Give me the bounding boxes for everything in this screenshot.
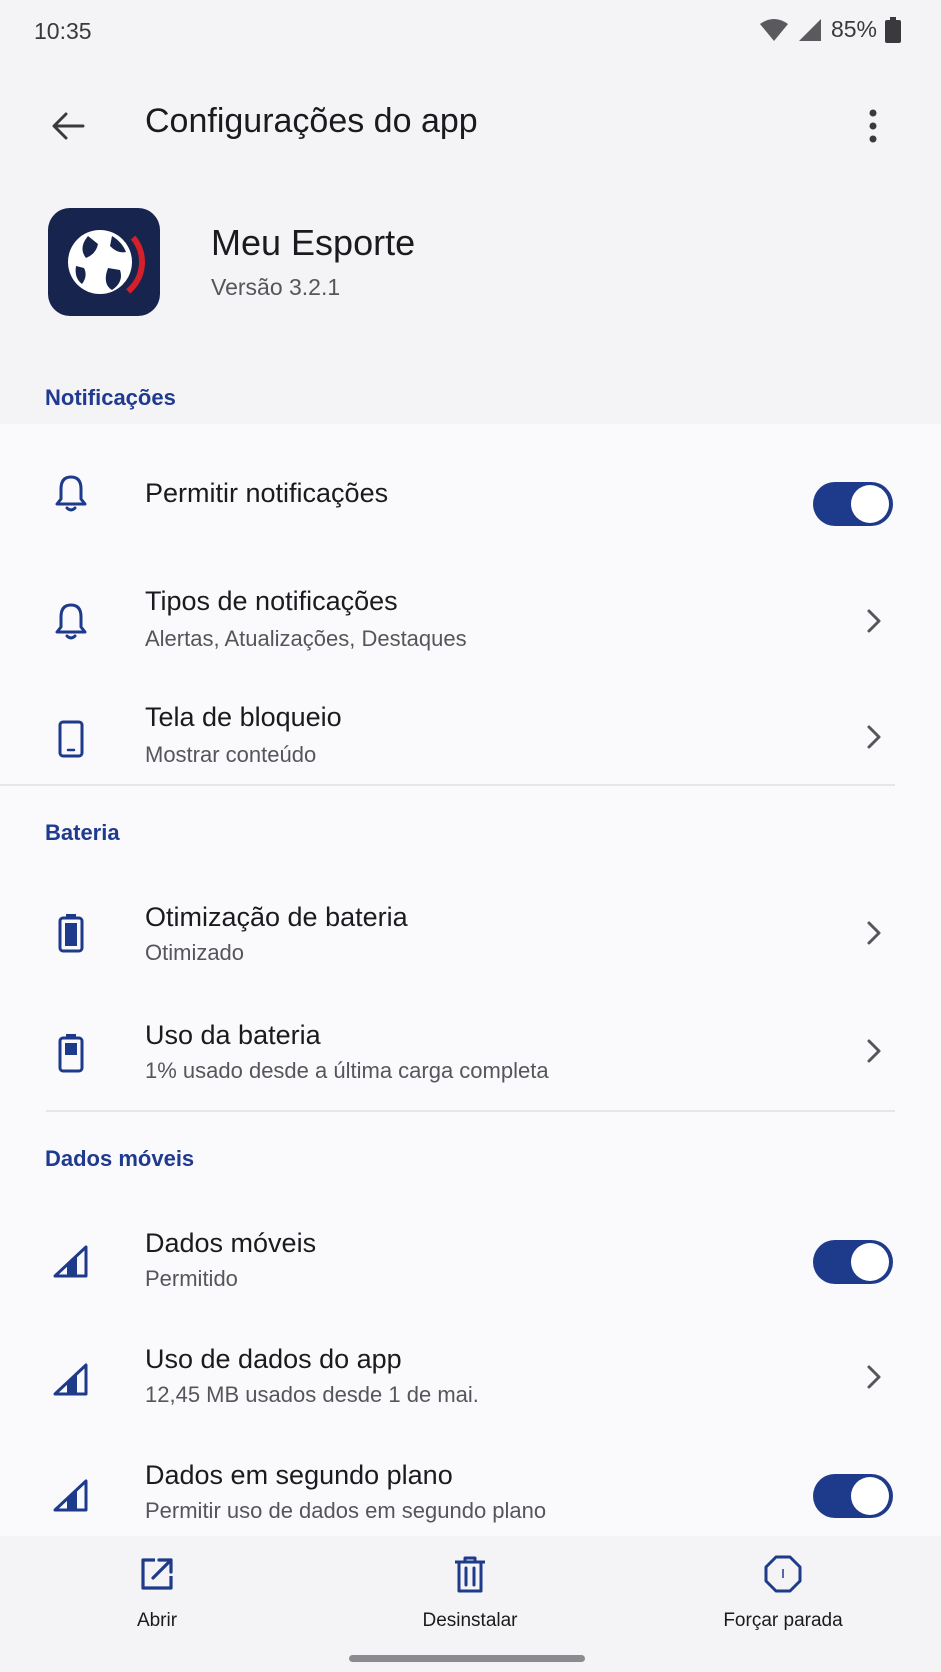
cell-signal-icon	[46, 1236, 96, 1286]
row-lock-screen[interactable]: Tela de bloqueio Mostrar conteúdo	[0, 672, 941, 782]
chevron-right-icon	[859, 918, 889, 948]
allow-notifications-toggle[interactable]	[813, 482, 893, 526]
row-title: Dados móveis	[145, 1228, 317, 1258]
row-title: Dados em segundo plano	[145, 1460, 453, 1490]
row-title: Tela de bloqueio	[145, 702, 342, 732]
row-subtitle: 1% usado desde a última carga completa	[145, 1058, 549, 1083]
status-time: 10:35	[34, 18, 92, 44]
row-subtitle: Mostrar conteúdo	[145, 742, 317, 767]
status-icons: 85%	[759, 16, 901, 43]
divider	[0, 784, 895, 786]
row-title: Tipos de notificações	[145, 586, 398, 616]
chevron-right-icon	[859, 1036, 889, 1066]
row-title: Uso de dados do app	[145, 1344, 402, 1374]
toggle-knob	[851, 485, 889, 523]
row-battery-usage[interactable]: Uso da bateria 1% usado desde a última c…	[0, 998, 941, 1108]
cell-signal-icon	[46, 1470, 96, 1520]
battery-icon	[885, 16, 901, 43]
row-subtitle: Otimizado	[145, 940, 245, 965]
mobile-data-toggle[interactable]	[813, 1240, 893, 1284]
battery-percent: 85%	[830, 16, 877, 42]
row-subtitle: Permitido	[145, 1266, 238, 1291]
row-background-data[interactable]: Dados em segundo plano Permitir uso de d…	[0, 1438, 941, 1548]
chevron-right-icon	[859, 722, 889, 752]
app-header: Meu Esporte Versão 3.2.1	[0, 200, 941, 320]
top-app-bar: Configurações do app	[0, 72, 941, 172]
bottom-action-bar: Abrir Desinstalar Forçar parada	[0, 1536, 941, 1672]
gesture-nav-handle[interactable]	[349, 1655, 585, 1662]
app-name: Meu Esporte	[211, 222, 416, 263]
open-button[interactable]: Abrir	[47, 1550, 267, 1650]
background-data-toggle[interactable]	[813, 1474, 893, 1518]
open-external-icon	[47, 1550, 267, 1598]
wifi-icon	[759, 18, 788, 41]
battery-partial-icon	[46, 1028, 96, 1078]
stop-octagon-icon	[673, 1550, 893, 1598]
force-stop-label: Forçar parada	[723, 1610, 843, 1631]
page-title: Configurações do app	[145, 102, 478, 140]
row-subtitle: Permitir uso de dados em segundo plano	[145, 1498, 547, 1523]
uninstall-label: Desinstalar	[422, 1610, 518, 1631]
force-stop-button[interactable]: Forçar parada	[673, 1550, 893, 1650]
section-label-mobile-data: Dados móveis	[45, 1146, 195, 1171]
chevron-right-icon	[859, 1362, 889, 1392]
row-mobile-data[interactable]: Dados móveis Permitido	[0, 1206, 941, 1316]
cell-signal-icon	[46, 1354, 96, 1404]
divider	[46, 1110, 895, 1112]
row-app-data-usage[interactable]: Uso de dados do app 12,45 MB usados desd…	[0, 1322, 941, 1432]
row-subtitle: Alertas, Atualizações, Destaques	[145, 626, 467, 651]
app-version: Versão 3.2.1	[211, 274, 341, 300]
row-title: Permitir notificações	[145, 478, 389, 508]
settings-card: Permitir notificações Tipos de notificaç…	[0, 424, 941, 1536]
section-label-battery: Bateria	[45, 820, 120, 845]
bell-icon	[46, 596, 96, 646]
app-logo-icon	[48, 208, 160, 316]
open-label: Abrir	[136, 1610, 178, 1631]
chevron-right-icon	[859, 606, 889, 636]
arrow-left-icon	[52, 112, 85, 140]
back-button[interactable]	[40, 98, 96, 154]
row-subtitle: 12,45 MB usados desde 1 de mai.	[145, 1382, 479, 1407]
row-title: Uso da bateria	[145, 1020, 321, 1050]
uninstall-button[interactable]: Desinstalar	[360, 1550, 580, 1650]
status-bar: 10:35 85%	[0, 0, 941, 64]
row-title: Otimização de bateria	[145, 902, 408, 932]
row-notification-types[interactable]: Tipos de notificações Alertas, Atualizaç…	[0, 554, 941, 664]
bell-icon	[46, 468, 96, 518]
more-vert-icon	[869, 109, 877, 143]
more-options-button[interactable]	[845, 98, 901, 154]
toggle-knob	[851, 1477, 889, 1515]
cell-signal-icon	[798, 18, 821, 41]
row-battery-optimization[interactable]: Otimização de bateria Otimizado	[0, 880, 941, 990]
toggle-knob	[851, 1243, 889, 1281]
row-allow-notifications[interactable]: Permitir notificações	[0, 444, 941, 544]
trash-icon	[360, 1550, 580, 1598]
battery-full-icon	[46, 908, 96, 958]
section-label-notifications: Notificações	[45, 385, 176, 410]
phone-icon	[46, 714, 96, 764]
